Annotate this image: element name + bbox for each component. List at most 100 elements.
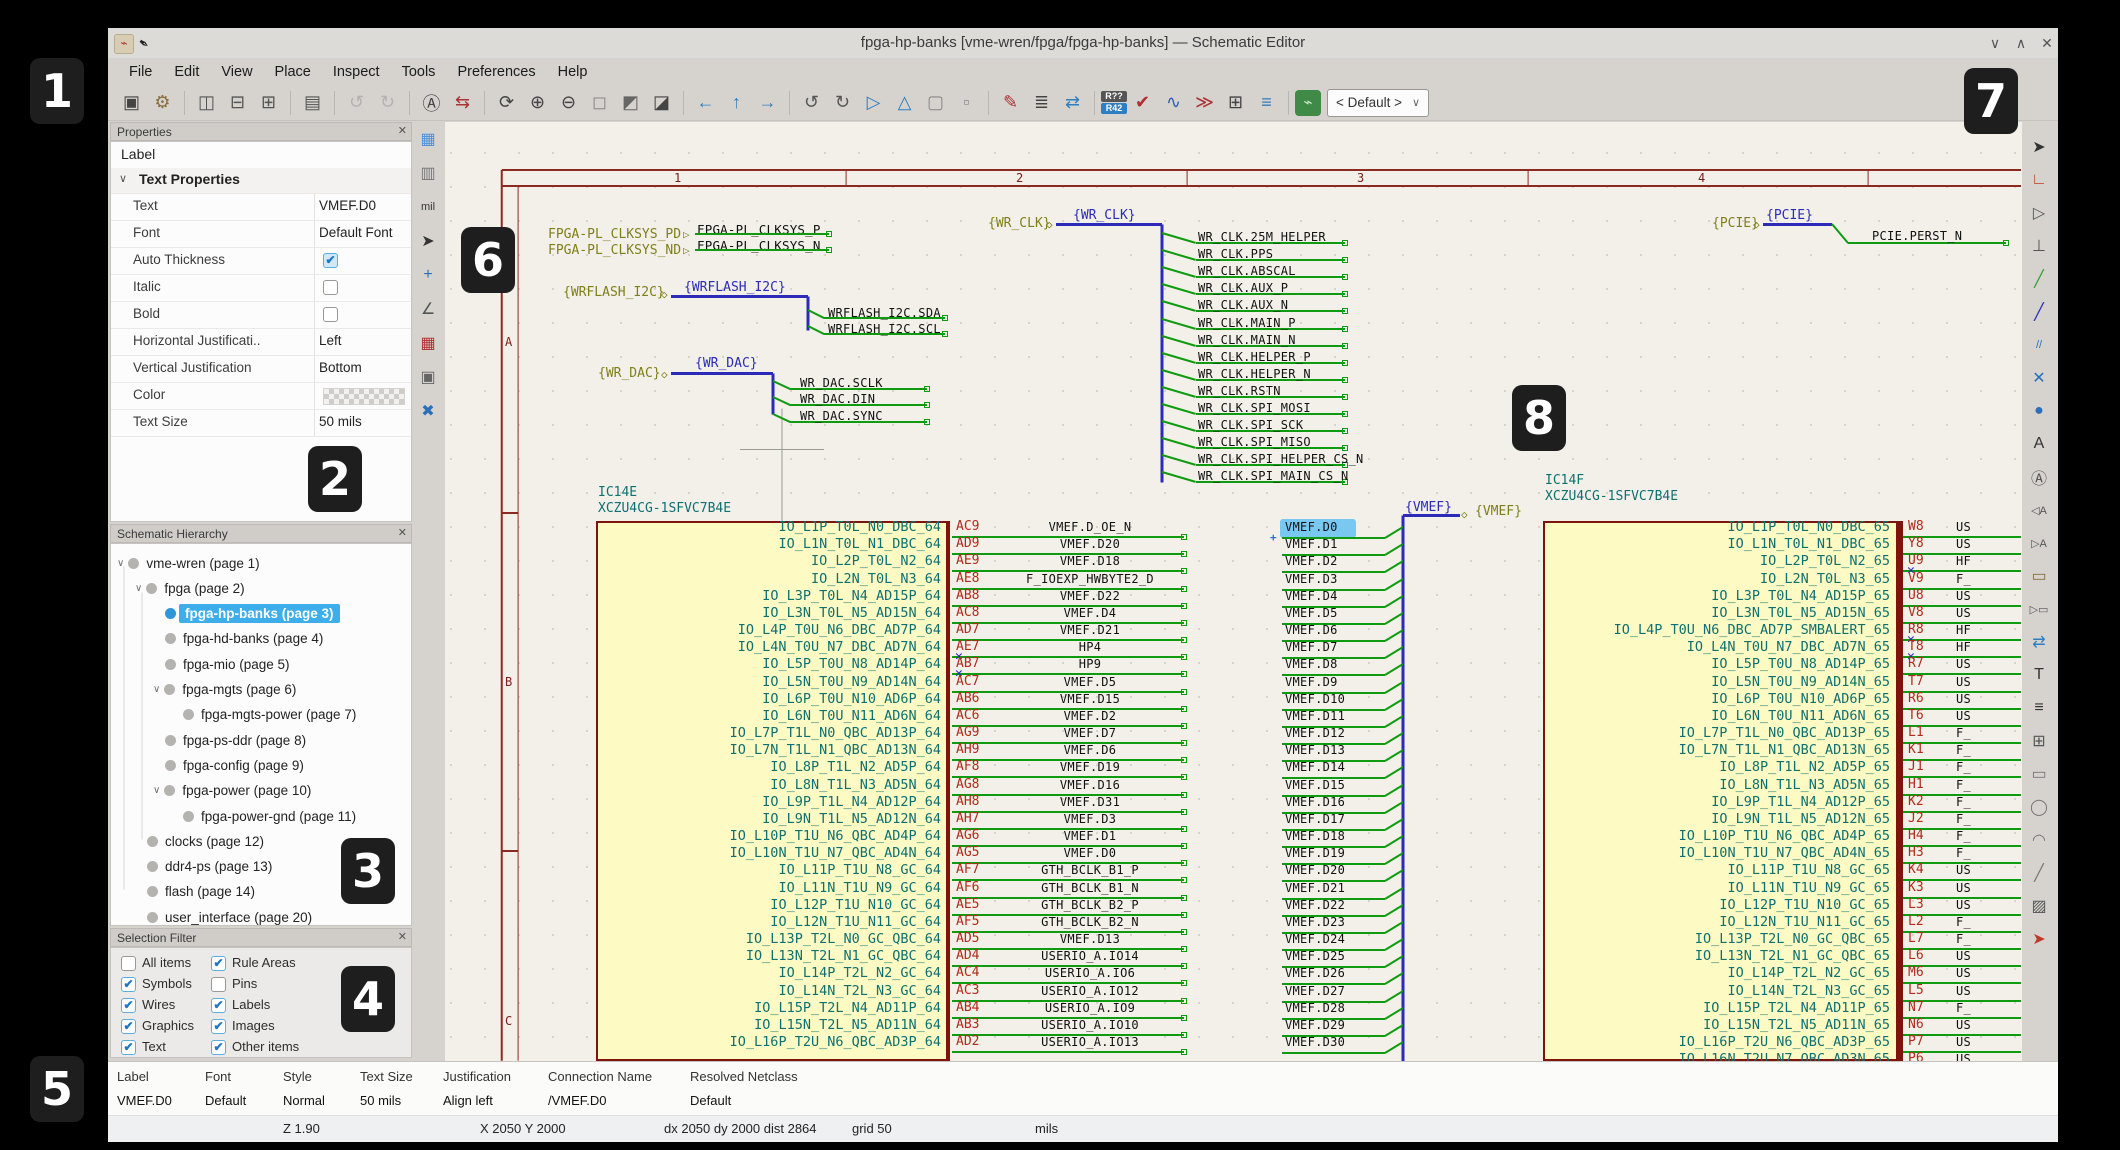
tree-expand-icon[interactable]: ∨ <box>153 684 160 695</box>
schematic-canvas[interactable]: 1234ABCFPGA-PL_CLKSYS_PD▷FPGA-PL_CLKSYS_… <box>445 122 2022 1061</box>
net-label[interactable]: VMEF.D11 <box>1285 709 1345 723</box>
net-label[interactable]: VMEF.D2 <box>990 709 1190 723</box>
bus-label[interactable]: {WR_DAC} <box>695 356 758 371</box>
directive-label-icon[interactable]: Ⓐ <box>2026 464 2052 490</box>
net-label[interactable]: VMEF.D18 <box>990 554 1190 568</box>
net-label[interactable]: WR_CLK.25M_HELPER <box>1198 230 1326 244</box>
net-label[interactable]: VMEF.D26 <box>1285 966 1345 980</box>
edit-pins-icon[interactable]: ✎ <box>997 89 1024 116</box>
paste-icon[interactable]: ▤ <box>299 89 326 116</box>
redo-icon[interactable]: ↻ <box>374 89 401 116</box>
net-label[interactable]: VMEF.D7 <box>1285 640 1338 654</box>
menu-view[interactable]: View <box>210 61 263 83</box>
selection-filter-close-icon[interactable]: ✕ <box>398 930 407 943</box>
sheet-tree-item[interactable]: ∨vme-wren (page 1) <box>117 552 260 574</box>
simulator-icon[interactable]: ∿ <box>1160 89 1187 116</box>
hierarchy-navigator-icon[interactable]: ▣ <box>415 364 441 390</box>
net-label[interactable]: F_IOEXP_HWBYTE2_D <box>990 572 1190 586</box>
net-label[interactable]: WR_DAC.SYNC <box>800 409 883 423</box>
net-label[interactable]: VMEF.D5 <box>1285 606 1338 620</box>
net-label-truncated[interactable]: F_ <box>1956 932 1971 946</box>
sheet-sync-icon[interactable]: ⇄ <box>1059 89 1086 116</box>
filter-checkbox-labels[interactable]: ✔ <box>211 998 226 1013</box>
net-label[interactable]: GTH_BCLK_B1_N <box>990 881 1190 895</box>
property-value[interactable]: Left <box>319 333 342 348</box>
zoom-in-icon[interactable]: ⊕ <box>524 89 551 116</box>
sheet-tree-item[interactable]: ddr4-ps (page 13) <box>135 856 272 878</box>
net-label[interactable]: WR_CLK.HELPER_P <box>1198 350 1311 364</box>
library-browser-icon[interactable]: ≣ <box>1028 89 1055 116</box>
hier-label[interactable]: {WRFLASH_I2C} <box>563 285 665 300</box>
net-label[interactable]: WR_CLK.SPI_SCK <box>1198 418 1303 432</box>
net-label[interactable]: VMEF.D4 <box>1285 589 1338 603</box>
bus-entry-icon[interactable]: // <box>2026 332 2052 358</box>
net-label[interactable]: USERIO_A.IO6 <box>990 966 1190 980</box>
sheet-tree-label[interactable]: user_interface (page 20) <box>165 910 312 925</box>
arc-icon[interactable]: ◠ <box>2026 827 2052 853</box>
filter-checkbox-other-items[interactable]: ✔ <box>211 1040 226 1055</box>
net-label[interactable]: VMEF.D0 <box>990 846 1190 860</box>
net-label[interactable]: VMEF.D22 <box>990 589 1190 603</box>
delete-tool-icon[interactable]: ➤ <box>2026 926 2052 952</box>
net-label[interactable]: WR_CLK.SPI_MISO <box>1198 435 1311 449</box>
bus-label[interactable]: {WR_CLK} <box>1073 208 1136 223</box>
refresh-icon[interactable]: ⟳ <box>493 89 520 116</box>
hier-label[interactable]: {WR_CLK} <box>988 216 1051 231</box>
net-label[interactable]: VMEF.D12 <box>1285 726 1345 740</box>
select-tool-icon[interactable]: ➤ <box>2026 134 2052 160</box>
sheet-pin-icon[interactable]: ▷▭ <box>2026 596 2052 622</box>
menu-place[interactable]: Place <box>264 61 322 83</box>
sheet-tree-item[interactable]: fpga-hp-banks (page 3) <box>153 603 340 625</box>
net-label[interactable]: VMEF.D18 <box>1285 829 1345 843</box>
maximize-button[interactable]: ∧ <box>2010 32 2032 54</box>
net-label-truncated[interactable]: US <box>1956 709 1971 723</box>
grid-visibility-icon[interactable]: ▦ <box>415 126 441 152</box>
assign-footprints-icon[interactable]: ≫ <box>1191 89 1218 116</box>
net-label[interactable]: HP4 <box>990 640 1190 654</box>
menu-preferences[interactable]: Preferences <box>446 61 546 83</box>
net-label-truncated[interactable]: F_ <box>1956 726 1971 740</box>
net-label[interactable]: VMEF.D23 <box>1285 915 1345 929</box>
net-label[interactable]: USERIO_A.IO9 <box>990 1001 1190 1015</box>
sheet-tree-item[interactable]: fpga-hd-banks (page 4) <box>153 628 323 650</box>
net-label-truncated[interactable]: US <box>1956 589 1971 603</box>
net-label-truncated[interactable]: F_ <box>1956 1001 1971 1015</box>
net-label[interactable]: VMEF.D22 <box>1285 898 1345 912</box>
sheet-tree-label[interactable]: fpga-mio (page 5) <box>183 657 290 672</box>
menu-help[interactable]: Help <box>547 61 599 83</box>
net-label[interactable]: PCIE.PERST_N <box>1872 229 1962 243</box>
no-connect-icon[interactable]: ✕ <box>2026 365 2052 391</box>
net-label[interactable]: VMEF.D19 <box>990 760 1190 774</box>
net-label[interactable]: VMEF.D21 <box>990 623 1190 637</box>
draw-bus-icon[interactable]: ╱ <box>2026 299 2052 325</box>
net-label[interactable]: VMEF.D2 <box>1285 554 1338 568</box>
net-label[interactable]: VMEF.D1 <box>1285 537 1338 551</box>
group-icon[interactable]: ▢ <box>922 89 949 116</box>
hierarchy-close-icon[interactable]: ✕ <box>398 526 407 539</box>
net-label-truncated[interactable]: F_ <box>1956 812 1971 826</box>
net-label[interactable]: WR_CLK.MAIN_N <box>1198 333 1296 347</box>
net-label[interactable]: VMEF.D14 <box>1285 760 1345 774</box>
net-label[interactable]: GTH_BCLK_B1_P <box>990 863 1190 877</box>
sheet-tree-label[interactable]: fpga-mgts-power (page 7) <box>201 707 356 722</box>
net-label-truncated[interactable]: F_ <box>1956 829 1971 843</box>
find-icon[interactable]: Ⓐ <box>418 89 445 116</box>
text-icon[interactable]: T <box>2026 662 2052 688</box>
net-label[interactable]: VMEF.D31 <box>990 795 1190 809</box>
sheet-tree-label[interactable]: fpga-mgts (page 6) <box>182 682 296 697</box>
zoom-objects-icon[interactable]: ◩ <box>617 89 644 116</box>
save-icon[interactable]: ▣ <box>118 89 145 116</box>
net-label[interactable]: WR_CLK.MAIN_P <box>1198 316 1296 330</box>
rotate-cw-icon[interactable]: ↻ <box>829 89 856 116</box>
sheet-tree-label[interactable]: vme-wren (page 1) <box>146 556 259 571</box>
net-label[interactable]: USERIO_A.IO10 <box>990 1018 1190 1032</box>
filter-checkbox-graphics[interactable]: ✔ <box>121 1019 136 1034</box>
net-label[interactable]: VMEF.D13 <box>1285 743 1345 757</box>
net-label-truncated[interactable]: US <box>1956 863 1971 877</box>
sheet-tree-label[interactable]: fpga-config (page 9) <box>183 758 304 773</box>
net-label[interactable]: WR_CLK.SPI_MOSI <box>1198 401 1311 415</box>
sheet-tree-item[interactable]: fpga-mio (page 5) <box>153 653 290 675</box>
place-power-icon[interactable]: ⊥ <box>2026 233 2052 259</box>
symbol-fields-table-icon[interactable]: ⊞ <box>1222 89 1249 116</box>
symbol-value[interactable]: XCZU4CG-1SFVC7B4E <box>1545 489 1678 504</box>
